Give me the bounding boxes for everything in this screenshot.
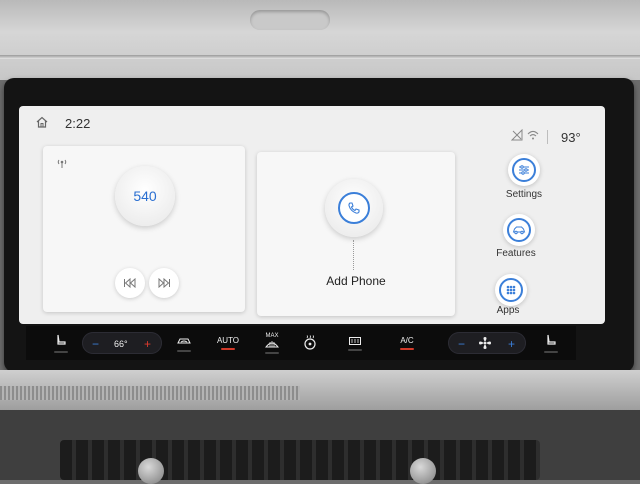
driver-temp-down-button[interactable]: − (92, 337, 99, 351)
phone-card[interactable]: Add Phone (257, 152, 455, 316)
dashboard-top (0, 0, 640, 80)
dashboard-trim (0, 370, 640, 410)
vent-knob-left[interactable] (138, 458, 164, 484)
max-defrost-button[interactable]: MAX (258, 326, 286, 360)
seek-forward-button[interactable] (149, 268, 179, 298)
rear-defrost-icon (349, 336, 361, 345)
status-separator (547, 130, 548, 144)
station-button[interactable]: 540 (115, 166, 175, 226)
no-signal-icon (511, 129, 523, 141)
max-defrost-icon (265, 340, 279, 347)
fan-icon (478, 336, 492, 355)
vehicle-features-icon (512, 226, 526, 235)
settings-button[interactable] (508, 154, 540, 186)
seek-forward-icon (158, 278, 170, 288)
connector-line (353, 240, 354, 270)
features-button[interactable] (503, 214, 535, 246)
driver-temp-up-button[interactable]: + (144, 337, 151, 351)
settings-label: Settings (505, 189, 543, 200)
infotainment-screen: 2:22 93° 540 Add Phone Settings Features… (19, 106, 605, 324)
ac-indicator (400, 348, 414, 350)
heated-steering-button[interactable] (296, 326, 324, 360)
heated-seat-indicator (54, 350, 68, 353)
dashboard-seam (0, 55, 640, 59)
features-label: Features (496, 248, 536, 259)
driver-temp-value: 66° (114, 339, 128, 349)
apps-grid-icon (506, 285, 516, 295)
rear-defrost-button[interactable] (342, 326, 368, 360)
ac-button[interactable]: A/C (392, 326, 422, 360)
dashboard-slot (250, 10, 330, 30)
air-vent (60, 440, 540, 480)
station-frequency: 540 (133, 188, 157, 204)
max-defrost-indicator (265, 351, 279, 354)
dashboard-lower (0, 410, 640, 484)
auto-indicator (221, 348, 235, 350)
vent-knob-right[interactable] (410, 458, 436, 484)
add-phone-button[interactable] (325, 179, 383, 237)
auto-label: AUTO (216, 336, 240, 345)
seek-back-icon (124, 278, 136, 288)
apps-button[interactable] (495, 274, 527, 306)
wifi-icon (527, 130, 539, 140)
recirculation-indicator (177, 349, 191, 352)
climate-bar: − 66° + AUTO MAX A/C − + (26, 326, 576, 360)
ac-label: A/C (400, 336, 414, 345)
radio-icon (56, 156, 68, 168)
recirculation-icon (177, 338, 191, 343)
heated-seat-passenger-button[interactable] (536, 326, 566, 360)
add-phone-label: Add Phone (326, 274, 386, 288)
driver-temp-control: − 66° + (82, 332, 162, 354)
phone-icon (348, 202, 360, 214)
outside-temperature: 93° (561, 130, 581, 145)
fan-up-button[interactable]: + (508, 337, 515, 351)
apps-label: Apps (496, 305, 520, 316)
trim-texture (0, 386, 300, 400)
clock: 2:22 (65, 116, 91, 131)
rear-defrost-indicator (348, 348, 362, 351)
settings-sliders-icon (519, 165, 529, 175)
media-card[interactable]: 540 (43, 146, 245, 312)
steering-heat-icon (304, 335, 316, 350)
recirculation-button[interactable] (172, 326, 196, 360)
status-icons (505, 129, 551, 143)
home-icon[interactable] (35, 115, 49, 129)
heated-seat-icon (57, 334, 66, 345)
passenger-seat-icon (547, 334, 556, 345)
seek-back-button[interactable] (115, 268, 145, 298)
fan-down-button[interactable]: − (458, 337, 465, 351)
status-bar: 2:22 93° (19, 106, 605, 146)
auto-button[interactable]: AUTO (212, 326, 244, 360)
heated-seat-driver-button[interactable] (46, 326, 76, 360)
passenger-seat-indicator (544, 350, 558, 353)
fan-speed-control: − + (448, 332, 526, 354)
